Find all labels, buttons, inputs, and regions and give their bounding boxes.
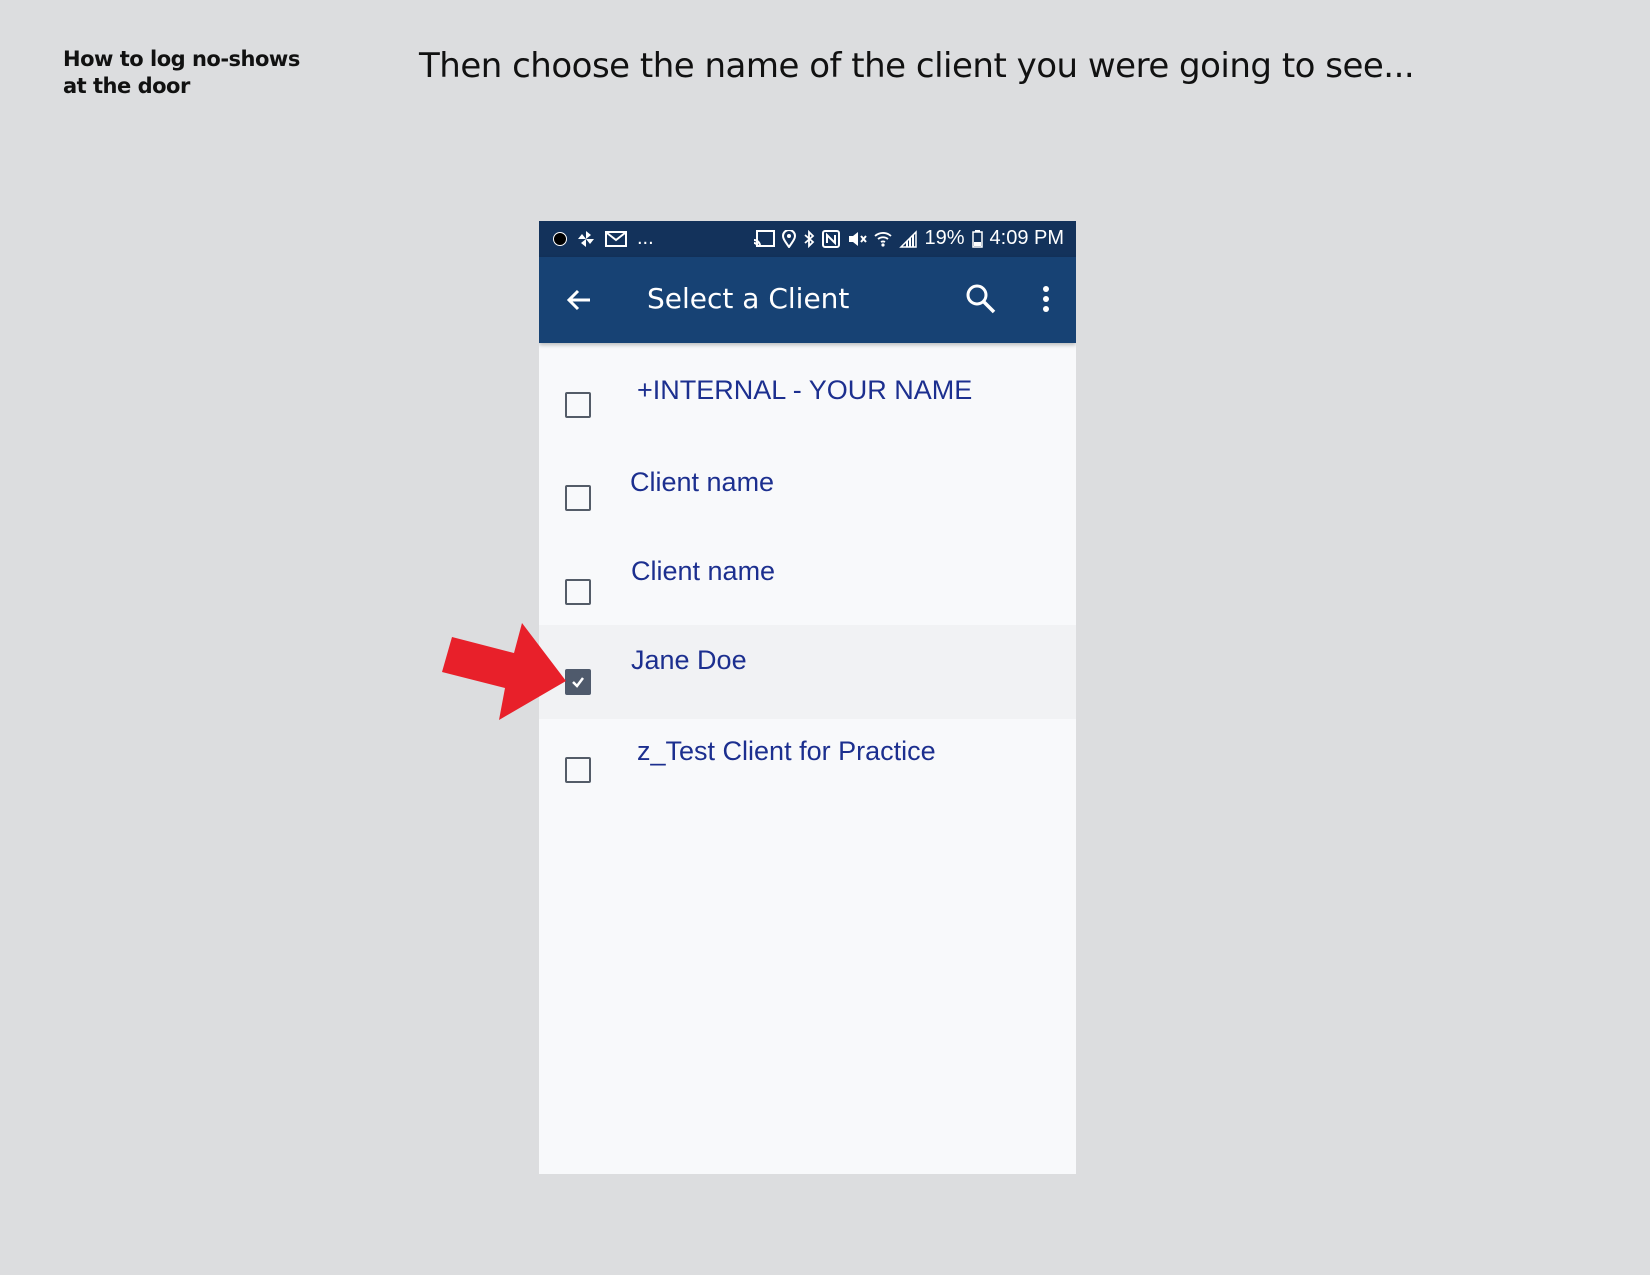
status-overflow: ... [637, 227, 654, 249]
client-row-selected[interactable]: Jane Doe [539, 625, 1076, 719]
more-vert-icon [1036, 286, 1056, 321]
client-name: +INTERNAL - YOUR NAME [637, 375, 973, 405]
client-checkbox-checked[interactable] [565, 669, 591, 695]
client-checkbox[interactable] [565, 392, 591, 418]
client-list: +INTERNAL - YOUR NAME Client name Client… [539, 343, 1076, 813]
client-name: Jane Doe [631, 645, 747, 675]
mail-icon [605, 230, 627, 248]
client-checkbox[interactable] [565, 579, 591, 605]
checkmark-icon [572, 677, 584, 688]
pinwheel-icon [577, 230, 595, 248]
status-time: 4:09 PM [989, 227, 1064, 249]
client-checkbox[interactable] [565, 485, 591, 511]
location-pin-icon [782, 229, 797, 248]
mute-icon [847, 230, 868, 248]
instruction-text: Then choose the name of the client you w… [419, 46, 1415, 86]
client-name: Client name [630, 467, 775, 497]
status-bar-system: 19% 4:09 PM [753, 227, 1064, 250]
battery-icon [971, 229, 983, 248]
back-arrow-icon [563, 289, 597, 321]
status-bar-notifications: ... [553, 227, 654, 250]
client-row[interactable]: z_Test Client for Practice [539, 719, 1076, 813]
signal-icon [899, 229, 918, 248]
client-row[interactable]: Client name [539, 531, 1076, 625]
red-pointer-arrow-icon [442, 623, 566, 720]
record-dot-icon [553, 231, 567, 246]
wifi-icon [874, 230, 893, 248]
search-button[interactable] [963, 281, 999, 317]
client-name: z_Test Client for Practice [637, 736, 936, 766]
section-title: How to log no-shows at the door [63, 46, 300, 100]
screen-title: Select a Client [647, 282, 850, 315]
client-checkbox[interactable] [565, 757, 591, 783]
section-title-line-1: How to log no-shows [63, 47, 300, 71]
search-icon [963, 284, 999, 321]
bluetooth-icon [803, 229, 815, 248]
client-name: Client name [631, 556, 776, 586]
nfc-icon [822, 229, 841, 248]
cast-icon [753, 229, 776, 248]
more-options-button[interactable] [1036, 281, 1056, 317]
back-button[interactable] [563, 283, 597, 317]
section-title-line-2: at the door [63, 74, 190, 98]
client-row[interactable]: Client name [539, 437, 1076, 531]
phone-screen: ... 19% 4:09 PM Select a Client +INTERNA… [539, 221, 1076, 1174]
client-row[interactable]: +INTERNAL - YOUR NAME [539, 343, 1076, 437]
app-bar: Select a Client [539, 257, 1076, 343]
battery-percent: 19% [924, 227, 965, 249]
status-bar: ... 19% 4:09 PM [539, 221, 1076, 257]
